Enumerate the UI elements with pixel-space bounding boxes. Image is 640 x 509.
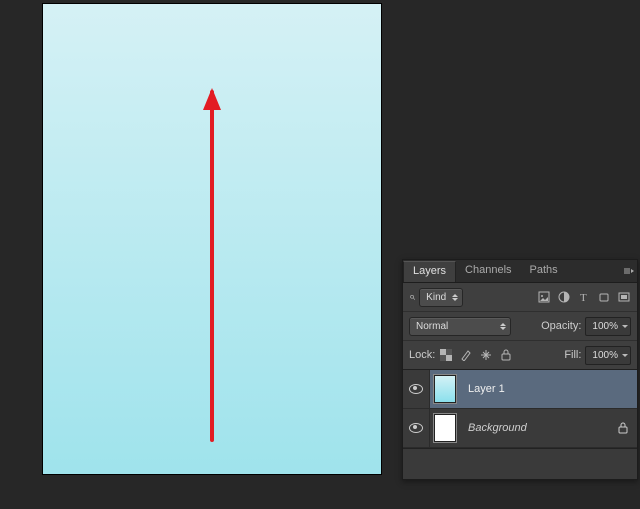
lock-position-icon[interactable] [479, 348, 493, 362]
lock-pixels-icon[interactable] [459, 348, 473, 362]
filter-type-icon[interactable]: T [577, 290, 591, 304]
visibility-toggle[interactable] [403, 409, 430, 447]
opacity-value: 100% [592, 321, 618, 332]
red-arrow-annotation [202, 90, 222, 442]
fill-label: Fill: [564, 349, 581, 361]
layer-row[interactable]: Background [403, 409, 637, 448]
fill-input[interactable]: 100% [585, 346, 631, 365]
eye-icon [409, 423, 423, 433]
filter-adjustment-icon[interactable] [557, 290, 571, 304]
visibility-toggle[interactable] [403, 370, 430, 408]
layer-name-label: Background [460, 422, 615, 434]
layer-row[interactable]: Layer 1 [403, 370, 637, 409]
fill-value: 100% [592, 350, 618, 361]
lock-all-icon[interactable] [499, 348, 513, 362]
tab-layers[interactable]: Layers [403, 261, 456, 282]
blend-mode-select[interactable]: Normal [409, 317, 511, 336]
opacity-label: Opacity: [541, 320, 581, 332]
lock-transparency-icon[interactable] [439, 348, 453, 362]
filter-shape-icon[interactable] [597, 290, 611, 304]
panel-tabs: Layers Channels Paths [403, 260, 637, 283]
layer-lock-icon [615, 422, 631, 434]
document-canvas[interactable] [43, 4, 381, 474]
layer-list: Layer 1 Background [403, 370, 637, 448]
filter-kind-label: Kind [426, 292, 446, 303]
opacity-input[interactable]: 100% [585, 317, 631, 336]
layer-thumbnail[interactable] [430, 413, 460, 443]
search-icon: ⌕ [409, 291, 415, 304]
tab-channels[interactable]: Channels [456, 260, 520, 282]
tab-paths[interactable]: Paths [521, 260, 567, 282]
panel-menu-icon[interactable] [621, 260, 637, 282]
layer-filter-row: ⌕ Kind T [403, 283, 637, 312]
filter-smart-icon[interactable] [617, 290, 631, 304]
lock-fill-row: Lock: Fill: 100% [403, 341, 637, 370]
svg-text:T: T [580, 292, 587, 303]
layer-thumbnail[interactable] [430, 374, 460, 404]
eye-icon [409, 384, 423, 394]
filter-kind-select[interactable]: Kind [419, 288, 463, 307]
blend-mode-value: Normal [416, 321, 448, 332]
blend-opacity-row: Normal Opacity: 100% [403, 312, 637, 341]
panel-footer [403, 448, 637, 479]
layer-name-label: Layer 1 [460, 383, 631, 395]
filter-pixel-icon[interactable] [537, 290, 551, 304]
lock-label: Lock: [409, 349, 435, 361]
layers-panel: Layers Channels Paths ⌕ Kind T [402, 259, 638, 480]
